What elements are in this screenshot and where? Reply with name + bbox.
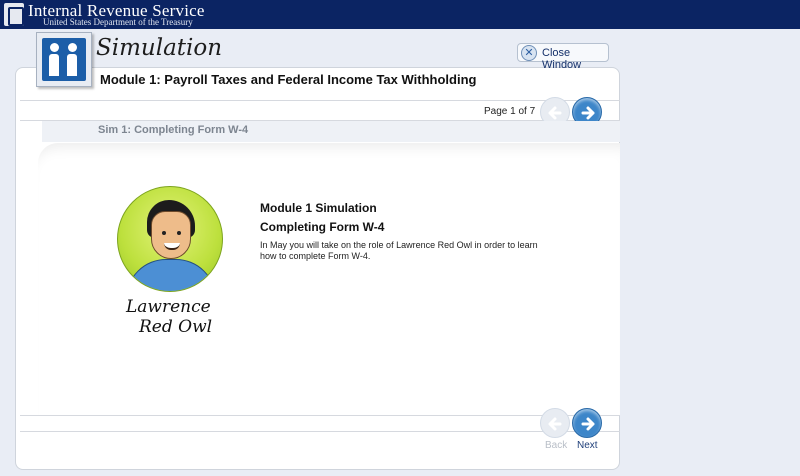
irs-subtitle: United States Department of the Treasury	[43, 17, 193, 27]
next-arrow-icon	[581, 417, 595, 431]
back-button-bottom[interactable]	[540, 408, 570, 438]
character-name-line2: Red Owl	[139, 317, 213, 337]
content-body: In May you will take on the role of Lawr…	[260, 240, 538, 261]
back-arrow-icon	[548, 417, 562, 431]
divider	[20, 415, 620, 416]
character-name-line1: Lawrence	[126, 297, 211, 317]
divider	[20, 100, 620, 101]
close-window-label: Close Window	[542, 47, 582, 71]
sim-label: Sim 1: Completing Form W-4	[98, 124, 249, 136]
close-icon: ✕	[521, 45, 537, 61]
divider	[20, 431, 620, 432]
page-indicator: Page 1 of 7	[484, 106, 536, 117]
next-label-bottom: Next	[577, 440, 598, 451]
irs-header: Internal Revenue Service United States D…	[0, 0, 800, 29]
character-avatar	[117, 186, 223, 292]
content-heading: Module 1 Simulation	[260, 201, 377, 215]
simulation-logo-icon	[36, 32, 92, 87]
back-label-bottom: Back	[545, 440, 568, 451]
content-subheading: Completing Form W-4	[260, 220, 385, 234]
content-card	[38, 143, 620, 416]
irs-seal-icon	[4, 3, 24, 26]
simulation-heading: Simulation	[96, 35, 223, 61]
module-title: Module 1: Payroll Taxes and Federal Inco…	[100, 72, 477, 87]
close-window-button[interactable]: ✕ Close Window	[517, 43, 609, 71]
next-button-bottom[interactable]	[572, 408, 602, 438]
